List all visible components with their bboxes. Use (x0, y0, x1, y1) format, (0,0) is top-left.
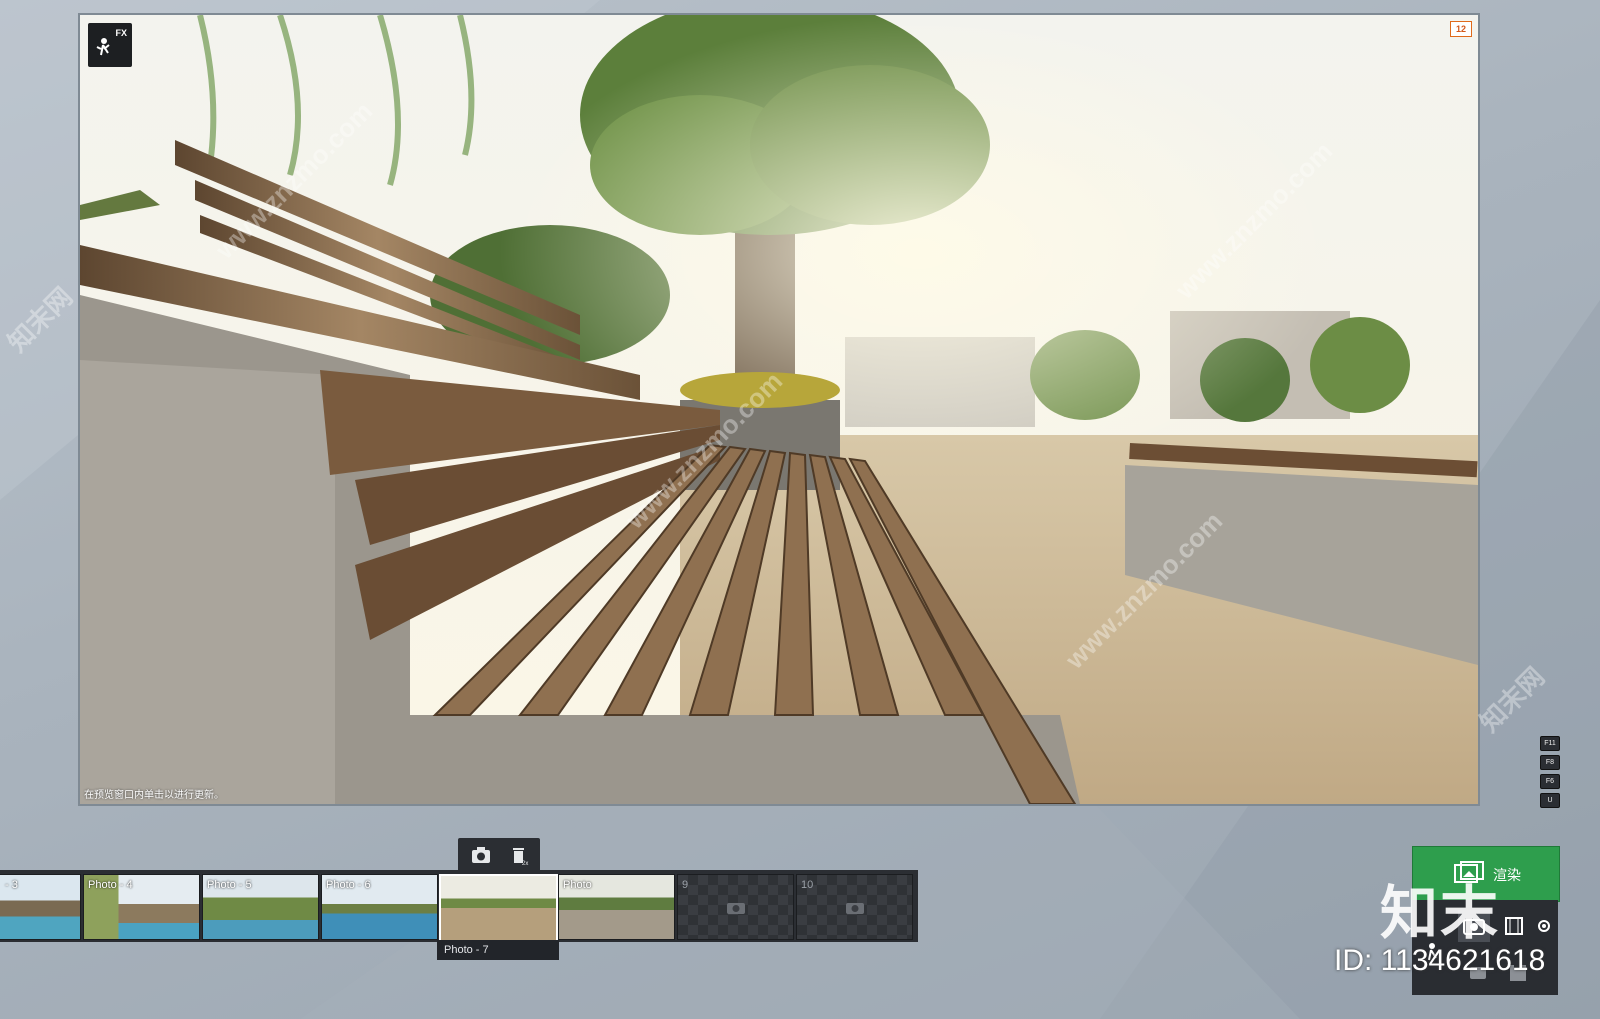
frame-counter-badge: 12 (1450, 21, 1472, 37)
camera-icon (727, 903, 745, 914)
thumbnail-label: Photo - 5 (207, 879, 252, 891)
filmstrip-toolbar: 2x (458, 838, 540, 870)
camera-icon (1470, 967, 1486, 979)
photo-mode-button[interactable] (1458, 910, 1490, 942)
camera-icon (1463, 919, 1485, 935)
hotkey-u[interactable]: U (1540, 793, 1560, 808)
preview-update-hint: 在预览窗口内单击以进行更新。 (84, 790, 224, 801)
fx-mode-button[interactable] (1418, 936, 1450, 968)
fx-person-icon (1428, 943, 1437, 961)
empty-photo-slot[interactable]: 10 (796, 874, 913, 940)
photo-thumbnail[interactable]: - 3 (0, 874, 81, 940)
svg-text:2x: 2x (522, 861, 528, 866)
save-icon (1510, 965, 1526, 981)
render-label: 渲染 (1493, 867, 1521, 883)
photo-thumbnail[interactable]: Photo (558, 874, 675, 940)
film-icon (1505, 917, 1523, 935)
thumbnail-label: 10 (801, 879, 814, 891)
photo-export-button[interactable] (1462, 955, 1494, 987)
save-button[interactable] (1502, 955, 1534, 987)
photo-filmstrip: - 3 Photo - 4 Photo - 5 Photo - 6 Photo … (0, 870, 918, 942)
settings-button[interactable] (1532, 914, 1556, 938)
fx-label: FX (115, 28, 127, 38)
fx-effects-button[interactable]: FX (88, 23, 132, 67)
photo-thumbnail-selected[interactable] (439, 874, 558, 942)
thumbnail-label: Photo - 4 (88, 879, 133, 891)
thumbnail-label: - 3 (5, 879, 18, 891)
selected-photo-caption: Photo - 7 (437, 940, 559, 960)
thumbnail-label: Photo (563, 879, 592, 891)
thumbnail-label: Photo - 6 (326, 879, 371, 891)
trash-icon[interactable]: 2x (507, 844, 531, 867)
hotkey-f8[interactable]: F8 (1540, 755, 1560, 770)
preview-image (80, 15, 1478, 804)
render-preview-viewport[interactable]: FX 12 在预览窗口内单击以进行更新。 www.znzmo.com www.z… (78, 13, 1480, 806)
empty-photo-slot[interactable]: 9 (677, 874, 794, 940)
photo-thumbnail[interactable]: Photo - 4 (83, 874, 200, 940)
render-button[interactable]: 渲染 (1412, 846, 1560, 902)
camera-icon[interactable] (469, 844, 493, 866)
thumbnail-label: 9 (682, 879, 689, 891)
watermark-text-cn: 知末网 (1473, 661, 1551, 738)
hotkey-f11[interactable]: F11 (1540, 736, 1560, 751)
photo-thumbnail[interactable]: Photo - 6 (321, 874, 438, 940)
gear-icon (1538, 920, 1550, 932)
camera-icon (846, 903, 864, 914)
photo-render-icon (1454, 861, 1484, 883)
hotkey-f6[interactable]: F6 (1540, 774, 1560, 789)
render-mode-panel (1412, 900, 1558, 995)
hotkey-column: F11 F8 F6 U (1540, 736, 1560, 812)
photo-thumbnail[interactable]: Photo - 5 (202, 874, 319, 940)
watermark-text-cn: 知末网 (1, 281, 79, 358)
video-mode-button[interactable] (1498, 910, 1530, 942)
